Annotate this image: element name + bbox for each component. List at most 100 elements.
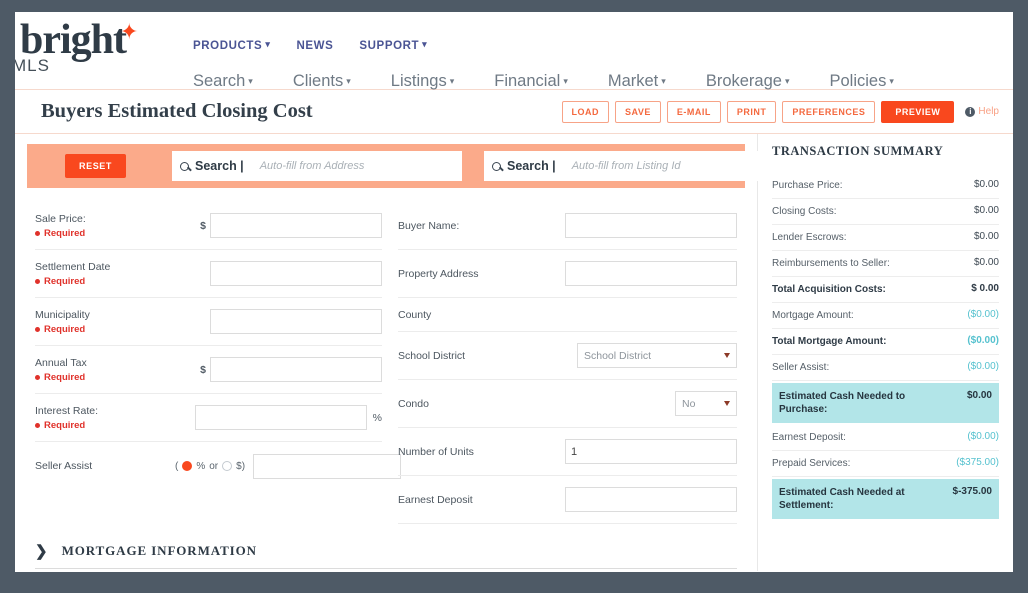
utility-nav: PRODUCTS ▾ NEWS SUPPORT ▾ (193, 39, 428, 52)
interest-rate-input[interactable] (194, 405, 367, 430)
search-icon (180, 161, 190, 171)
condo-select[interactable]: No (675, 391, 737, 416)
chevron-down-icon: ▾ (563, 76, 568, 86)
field-property-address: Property Address (398, 250, 737, 298)
page-body: RESET Search | Auto-fill from Address Se… (15, 134, 1013, 571)
load-button[interactable]: LOAD (561, 100, 610, 123)
field-condo: Condo No (398, 380, 737, 428)
util-nav-news[interactable]: NEWS (296, 40, 333, 52)
nav-clients[interactable]: Clients ▾ (293, 72, 351, 91)
page-title-bar: Buyers Estimated Closing Cost LOAD SAVE … (15, 90, 1013, 134)
chevron-down-icon: ▾ (346, 76, 351, 86)
summary-row-estimated-cash-needed-to-purchase: Estimated Cash Needed to Purchase: $0.00 (772, 383, 999, 423)
summary-row-lender-escrows: Lender Escrows: $0.00 (772, 225, 999, 251)
search-icon (492, 161, 502, 171)
field-buyer-name: Buyer Name: (398, 202, 737, 250)
field-label: Number of Units (398, 445, 474, 458)
info-icon: i (965, 106, 976, 117)
field-municipality: Municipality Required (35, 298, 382, 346)
nav-market[interactable]: Market ▾ (608, 72, 666, 91)
util-nav-support[interactable]: SUPPORT ▾ (359, 39, 428, 52)
required-marker: Required (35, 276, 175, 287)
mortgage-information-section[interactable]: ❯ MORTGAGE INFORMATION (35, 532, 737, 569)
field-label: Seller Assist (35, 460, 93, 472)
required-dot-icon (35, 327, 40, 332)
radio-dollar[interactable] (222, 461, 233, 471)
seller-assist-radio-group: ( % or $) (175, 461, 245, 472)
chevron-down-icon: ▾ (449, 76, 455, 86)
earnest-deposit-input[interactable] (565, 487, 737, 512)
field-label: Settlement Date (35, 261, 111, 273)
preview-button[interactable]: PREVIEW (881, 100, 955, 123)
field-school-district: School District School District (398, 332, 737, 380)
bright-mls-logo[interactable]: bright✦ MLS (15, 18, 190, 75)
browser-page: bright✦ MLS PRODUCTS ▾ NEWS SUPPORT ▾ Sear… (15, 12, 1013, 572)
help-link[interactable]: i Help (965, 106, 999, 117)
search-address-box[interactable]: Search | Auto-fill from Address (172, 151, 463, 181)
chevron-down-icon: ▾ (422, 39, 428, 49)
site-header: bright✦ MLS PRODUCTS ▾ NEWS SUPPORT ▾ Sear… (15, 12, 1013, 90)
nav-policies[interactable]: Policies ▾ (829, 72, 893, 91)
required-marker: Required (35, 324, 175, 335)
nav-listings[interactable]: Listings ▾ (391, 72, 454, 91)
sale-price-input[interactable] (210, 213, 382, 238)
property-address-input[interactable] (565, 261, 737, 286)
field-annual-tax: Annual Tax Required $ (35, 346, 382, 394)
search-listing-box[interactable]: Search | Auto-fill from Listing Id (484, 151, 770, 181)
currency-prefix: $ (200, 363, 206, 376)
required-marker: Required (35, 228, 175, 239)
autofill-search-bar: RESET Search | Auto-fill from Address Se… (27, 144, 770, 188)
municipality-input[interactable] (210, 309, 382, 334)
help-label: Help (978, 106, 999, 117)
field-label: School District (398, 349, 466, 362)
search-listing-label: Search | (507, 159, 556, 173)
seller-assist-input[interactable] (253, 453, 402, 479)
field-interest-rate: Interest Rate: Required % (35, 394, 382, 442)
summary-row-closing-costs: Closing Costs: $0.00 (772, 199, 999, 225)
search-address-label: Search | (195, 159, 244, 173)
field-label: Municipality (35, 309, 90, 321)
preferences-button[interactable]: PREFERENCES (782, 100, 876, 123)
school-district-select[interactable]: School District (577, 343, 737, 368)
field-seller-assist: Seller Assist ( % or $) (35, 442, 402, 490)
form-left-column: Sale Price: Required $ Settlement Date R… (27, 202, 402, 524)
reset-button[interactable]: RESET (65, 154, 127, 178)
nav-financial[interactable]: Financial ▾ (494, 72, 568, 91)
chevron-down-icon (724, 353, 730, 358)
settlement-date-input[interactable] (210, 261, 382, 286)
transaction-summary-panel: TRANSACTION SUMMARY Purchase Price: $0.0… (757, 134, 1013, 571)
email-button[interactable]: E-MAIL (666, 100, 721, 123)
buyer-name-input[interactable] (565, 213, 737, 238)
field-earnest-deposit: Earnest Deposit (398, 476, 737, 524)
logo-star-icon: ✦ (120, 19, 139, 44)
summary-row-total-acquisition-costs: Total Acquisition Costs: $ 0.00 (772, 277, 999, 303)
or-label: or (209, 460, 219, 472)
summary-row-estimated-cash-needed-at-settlement: Estimated Cash Needed at Settlement: $-3… (772, 479, 999, 519)
nav-search[interactable]: Search ▾ (193, 72, 253, 91)
field-label: Property Address (398, 267, 479, 280)
field-label: Sale Price: (35, 213, 86, 225)
field-label: Condo (398, 397, 429, 410)
annual-tax-input[interactable] (210, 357, 382, 382)
field-settlement-date: Settlement Date Required (35, 250, 382, 298)
summary-row-earnest-deposit: Earnest Deposit: ($0.00) (772, 425, 999, 451)
util-nav-products[interactable]: PRODUCTS ▾ (193, 39, 270, 52)
summary-row-seller-assist: Seller Assist: ($0.00) (772, 355, 999, 381)
mortgage-section-title: MORTGAGE INFORMATION (61, 543, 257, 558)
save-button[interactable]: SAVE (615, 100, 661, 123)
school-district-value: School District (584, 349, 652, 362)
chevron-down-icon: ▾ (889, 76, 894, 86)
field-label: Interest Rate: (35, 405, 99, 417)
nav-brokerage[interactable]: Brokerage ▾ (706, 72, 790, 91)
form-column: RESET Search | Auto-fill from Address Se… (15, 134, 770, 571)
radio-percent[interactable] (182, 461, 193, 471)
print-button[interactable]: PRINT (726, 100, 777, 123)
condo-value: No (682, 397, 696, 410)
summary-row-total-mortgage-amount: Total Mortgage Amount: ($0.00) (772, 329, 999, 355)
logo-subtext: MLS (15, 56, 50, 75)
required-dot-icon (35, 423, 40, 428)
required-marker: Required (35, 372, 175, 383)
currency-prefix: $ (200, 219, 206, 232)
number-of-units-input[interactable] (565, 439, 737, 464)
required-dot-icon (35, 375, 40, 380)
